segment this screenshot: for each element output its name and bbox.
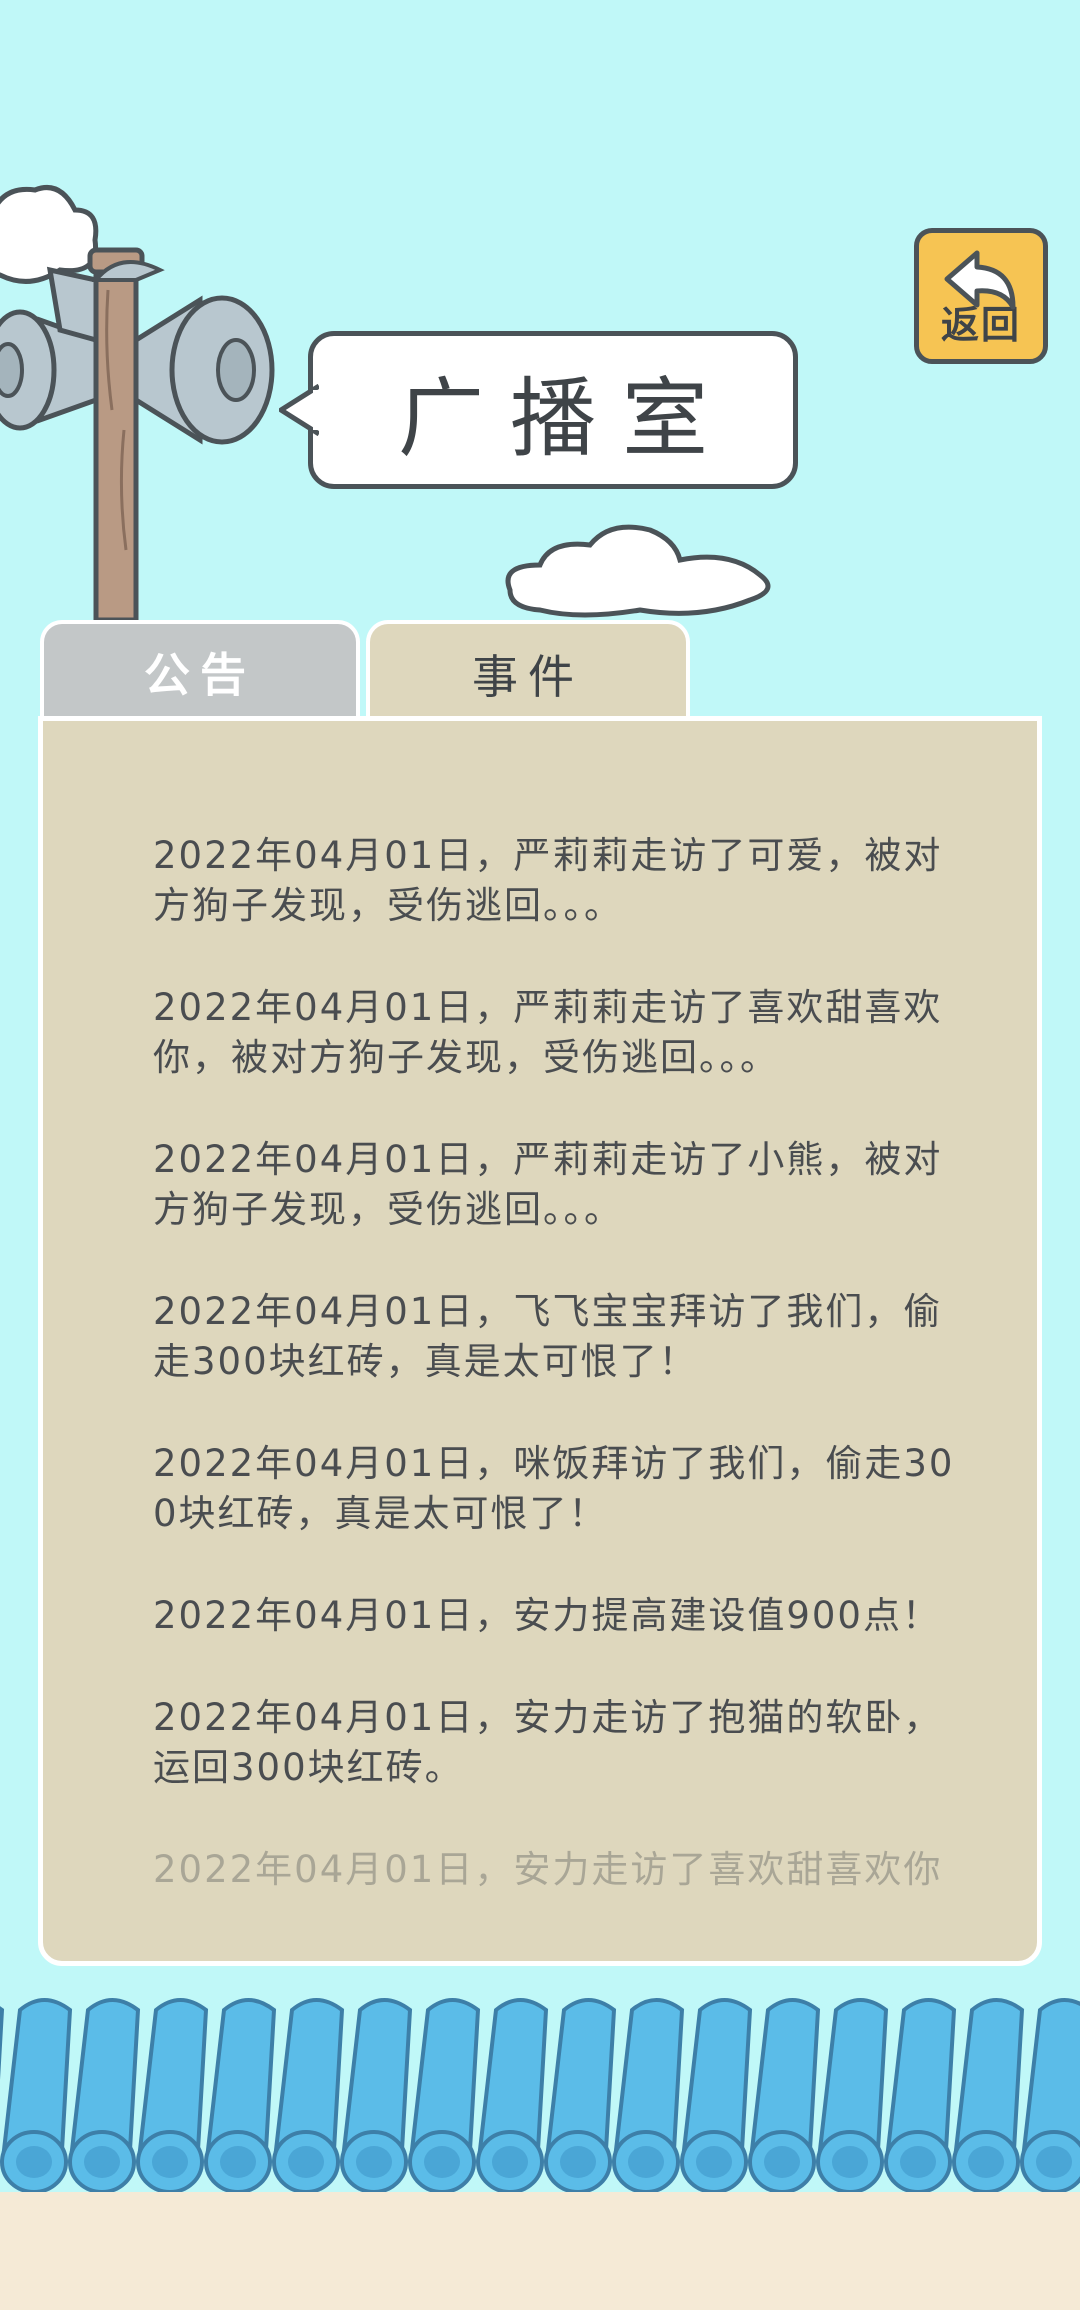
ground bbox=[0, 2192, 1080, 2310]
list-item: 2022年04月01日，安力提高建设值900点！ bbox=[153, 1594, 941, 1637]
roof-tile bbox=[1020, 1998, 1080, 2194]
page-title: 广播室 bbox=[398, 368, 734, 469]
roof-tile bbox=[272, 1998, 345, 2194]
roof-tile bbox=[884, 1998, 957, 2194]
roof-tile bbox=[612, 1998, 685, 2194]
roof-tile bbox=[136, 1998, 209, 2194]
roof-tile bbox=[0, 1998, 73, 2194]
roof-tile bbox=[952, 1998, 1025, 2194]
roof-tiles bbox=[0, 1998, 1080, 2194]
roof-tile bbox=[544, 1998, 617, 2194]
tab-events[interactable]: 事件 bbox=[366, 620, 690, 724]
roof-tile bbox=[408, 1998, 481, 2194]
tab-announcements[interactable]: 公告 bbox=[40, 620, 360, 720]
list-item: 2022年04月01日，安力走访了喜欢甜喜欢你 bbox=[153, 1848, 943, 1891]
roof-tile bbox=[204, 1998, 277, 2194]
loudspeaker-icon bbox=[0, 247, 275, 620]
list-item: 2022年04月01日，严莉莉走访了可爱，被对方狗子发现，受伤逃回。。。 bbox=[153, 834, 943, 927]
roof-tile bbox=[748, 1998, 821, 2194]
list-item: 2022年04月01日，飞飞宝宝拜访了我们，偷走300块红砖，真是太可恨了！ bbox=[153, 1290, 943, 1383]
roof-tile bbox=[816, 1998, 889, 2194]
list-item: 2022年04月01日，严莉莉走访了喜欢甜喜欢你，被对方狗子发现，受伤逃回。。。 bbox=[153, 986, 943, 1079]
back-arrow-icon bbox=[944, 250, 1016, 310]
roof-tile bbox=[680, 1998, 753, 2194]
event-list: 2022年04月01日，严莉莉走访了可爱，被对方狗子发现，受伤逃回。。。 202… bbox=[153, 831, 973, 1947]
tab-bar: 公告 事件 bbox=[40, 620, 690, 724]
list-item: 2022年04月01日，咪饭拜访了我们，偷走300块红砖，真是太可恨了！ bbox=[153, 1442, 955, 1535]
speech-tail bbox=[279, 384, 319, 436]
roof-tile bbox=[68, 1998, 141, 2194]
events-panel[interactable]: 2022年04月01日，严莉莉走访了可爱，被对方狗子发现，受伤逃回。。。 202… bbox=[38, 716, 1042, 1966]
list-item: 2022年04月01日，严莉莉走访了小熊，被对方狗子发现，受伤逃回。。。 bbox=[153, 1138, 943, 1231]
back-button[interactable]: 返回 bbox=[914, 228, 1048, 364]
roof-tile bbox=[476, 1998, 549, 2194]
cloud-icon bbox=[505, 524, 771, 618]
roof-tile bbox=[340, 1998, 413, 2194]
page-title-bubble: 广播室 bbox=[279, 331, 798, 489]
list-item: 2022年04月01日，安力走访了抱猫的软卧，运回300块红砖。 bbox=[153, 1696, 943, 1789]
